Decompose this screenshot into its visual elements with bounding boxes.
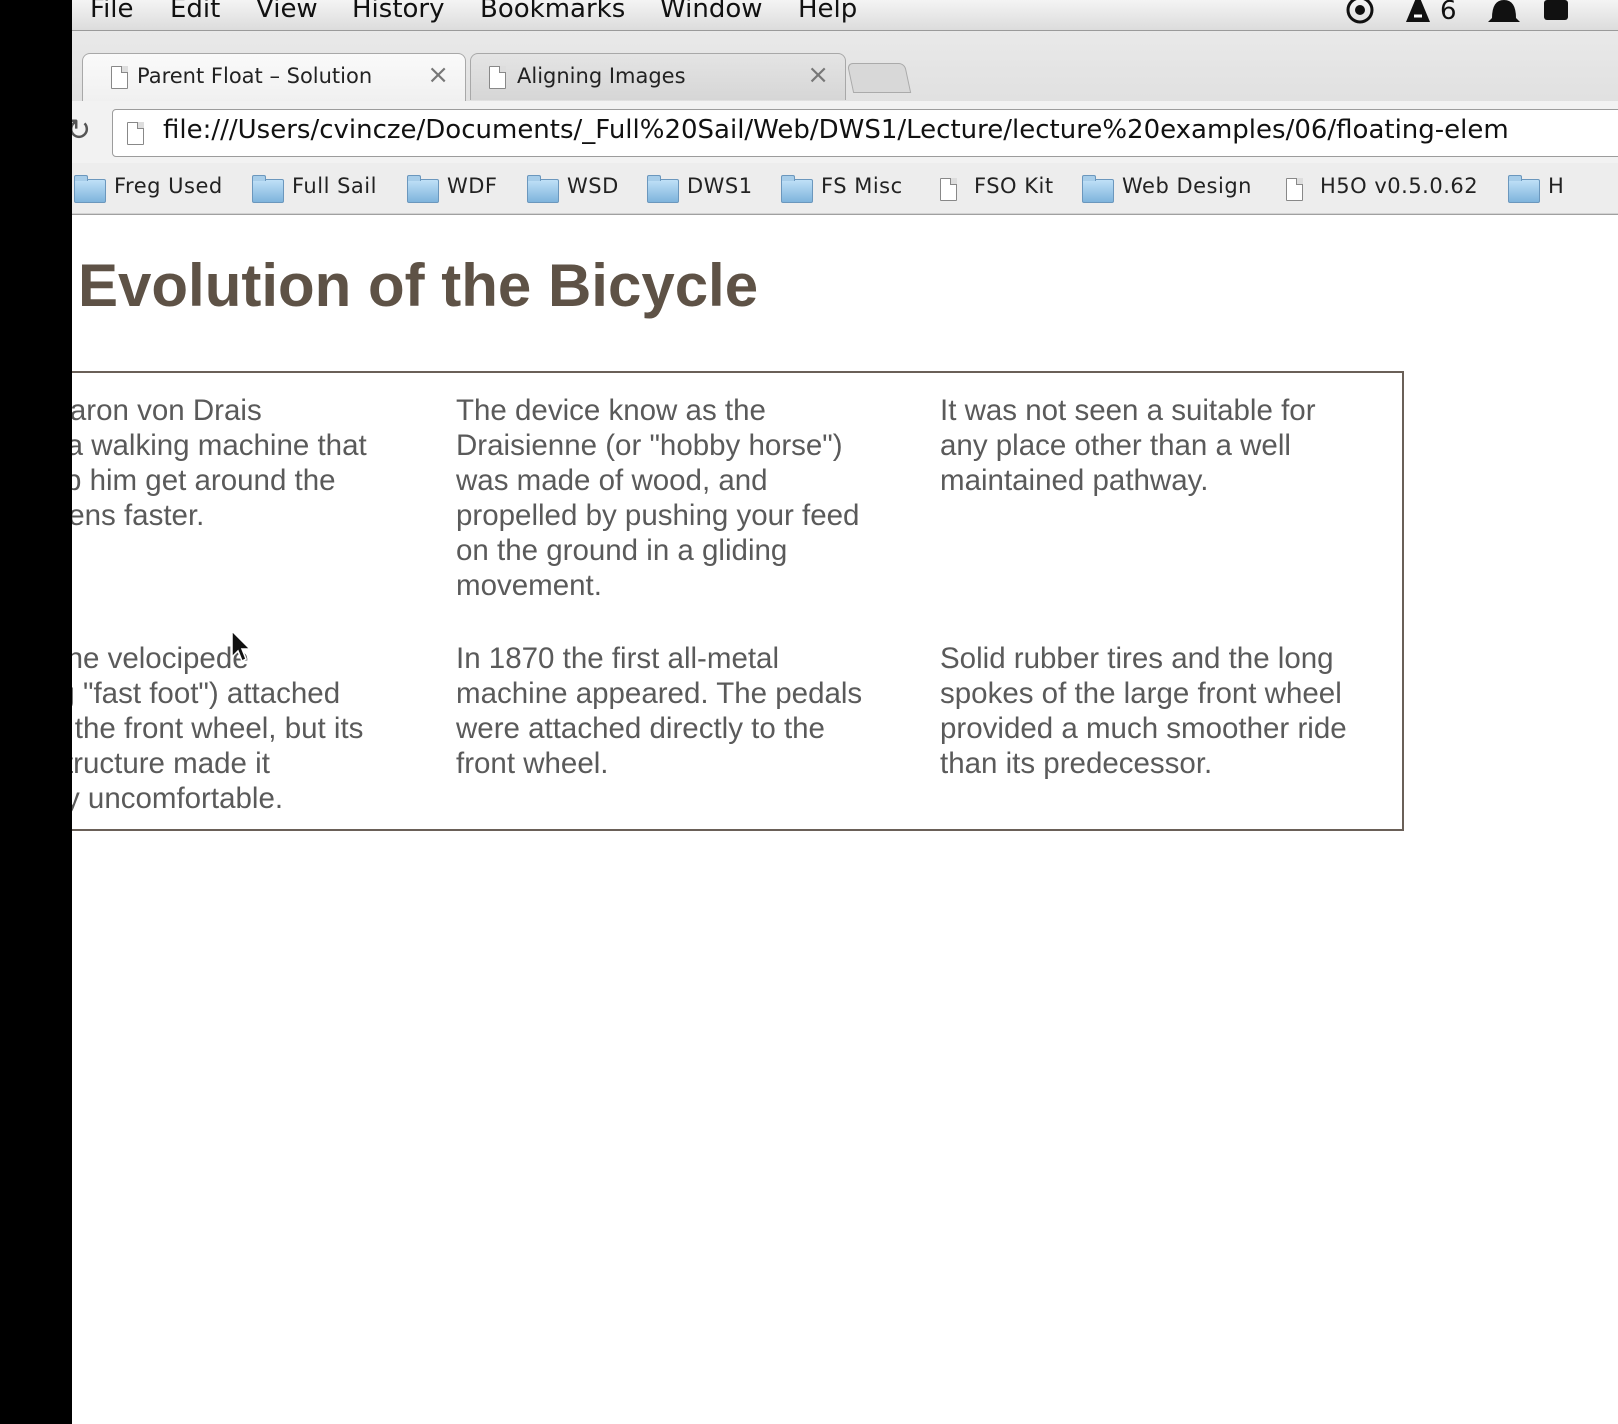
menu-file[interactable]: File [90, 0, 134, 24]
cell-all-metal: In 1870 the first all-metal machine appe… [456, 642, 863, 780]
menu-help[interactable]: Help [798, 0, 857, 24]
notification-icon[interactable] [1484, 0, 1524, 33]
cell-rubber-tires: Solid rubber tires and the long spokes o… [940, 642, 1347, 780]
page-icon [111, 66, 128, 89]
url-text: file:///Users/cvincze/Documents/_Full%20… [163, 115, 1509, 145]
cell-velocipede: , the velocipede ng "fast foot") attache… [72, 642, 364, 815]
tab-title: Parent Float – Solution [137, 64, 373, 88]
folder-icon [527, 175, 559, 203]
adobe-count: 6 [1440, 0, 1457, 26]
folder-icon [1508, 175, 1540, 203]
page-title: Evolution of the Bicycle [78, 252, 759, 319]
page-content: Evolution of the Bicycle Baron von Drais… [72, 215, 1618, 1424]
cell-drais: Baron von Drais d a walking machine that… [72, 394, 367, 532]
page-icon [489, 66, 506, 89]
bookmarks-bar: Freg Used Full Sail WDF WSD DWS1 FS Misc… [72, 163, 1618, 213]
bookmark-label: WSD [567, 174, 619, 198]
folder-icon [1082, 175, 1114, 203]
page-icon [127, 122, 144, 145]
browser-chrome: Parent Float – Solution × Aligning Image… [72, 31, 1618, 215]
bookmark-label: FSO Kit [974, 174, 1054, 198]
bookmark-label: H [1548, 174, 1565, 198]
tab-parent-float[interactable]: Parent Float – Solution × [82, 53, 466, 102]
new-tab-button[interactable] [846, 63, 912, 93]
screen: File Edit View History Bookmarks Window … [72, 0, 1618, 1424]
bookmark-label: Freg Used [114, 174, 223, 198]
menu-bookmarks[interactable]: Bookmarks [480, 0, 625, 24]
bookmark-label: WDF [447, 174, 498, 198]
folder-icon [407, 175, 439, 203]
record-icon[interactable] [1342, 0, 1378, 33]
menu-history[interactable]: History [352, 0, 445, 24]
tab-aligning-images[interactable]: Aligning Images × [470, 53, 846, 100]
folder-icon [647, 175, 679, 203]
bookmark-label: DWS1 [687, 174, 753, 198]
bookmark-label: Web Design [1122, 174, 1252, 198]
reload-icon[interactable]: ↻ [72, 113, 91, 148]
folder-icon [252, 175, 284, 203]
tab-title: Aligning Images [517, 64, 686, 88]
page-icon [1286, 178, 1303, 201]
parent-float-container: Baron von Drais d a walking machine that… [72, 371, 1404, 831]
folder-icon [781, 175, 813, 203]
bookmark-label: FS Misc [821, 174, 903, 198]
page-icon [940, 178, 957, 201]
bookmark-label: H5O v0.5.0.62 [1320, 174, 1479, 198]
bookmark-label: Full Sail [292, 174, 377, 198]
folder-icon [74, 175, 106, 203]
close-tab-icon[interactable]: × [427, 60, 449, 90]
close-tab-icon[interactable]: × [807, 60, 829, 90]
mac-menubar: File Edit View History Bookmarks Window … [72, 0, 1618, 31]
adobe-icon[interactable] [1404, 0, 1438, 33]
menu-view[interactable]: View [256, 0, 318, 24]
address-bar[interactable]: file:///Users/cvincze/Documents/_Full%20… [112, 109, 1618, 157]
menu-extra-icon[interactable] [1540, 0, 1570, 33]
menu-edit[interactable]: Edit [170, 0, 220, 24]
cell-pathway: It was not seen a suitable for any place… [940, 394, 1316, 497]
cell-draisienne: The device know as the Draisienne (or "h… [456, 394, 860, 602]
menu-window[interactable]: Window [660, 0, 763, 24]
browser-toolbar: ↻ file:///Users/cvincze/Documents/_Full%… [72, 101, 1618, 163]
